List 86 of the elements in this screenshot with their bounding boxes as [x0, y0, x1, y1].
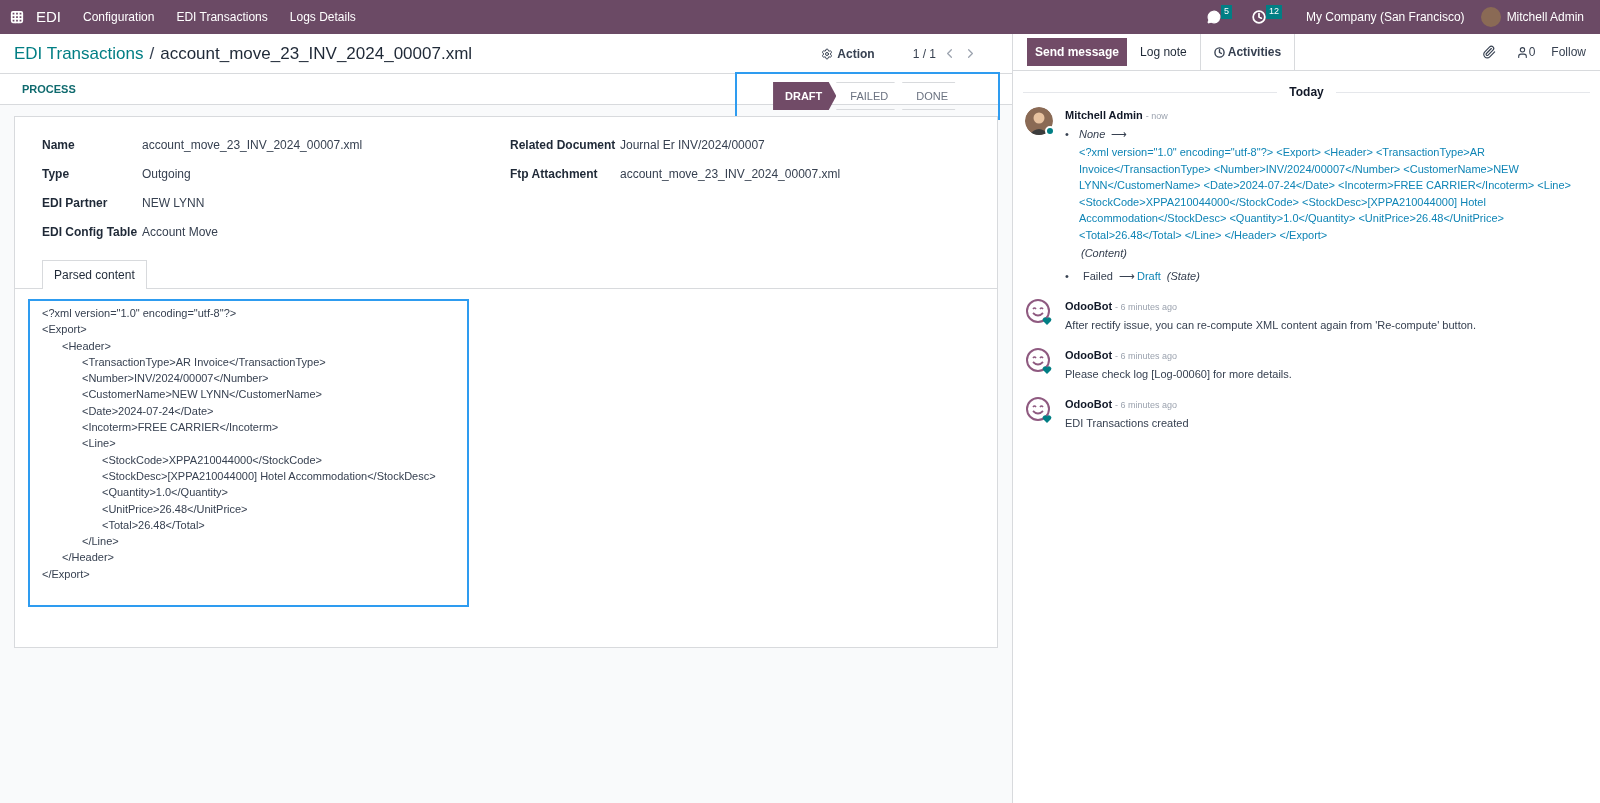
followers-button[interactable]: 0: [1515, 43, 1536, 61]
bullet: •: [1065, 268, 1070, 284]
xml-line: </Header>: [62, 550, 114, 566]
arrow-icon: ⟶: [1118, 267, 1135, 284]
message-author: OdooBot: [1065, 299, 1113, 314]
xml-line: <Line>: [82, 436, 116, 452]
message-time: - 6 minutes ago: [1115, 301, 1178, 314]
pager-value: 1 / 1: [912, 45, 936, 63]
menu-item[interactable]: EDI Transactions: [176, 8, 268, 26]
xml-line: <TransactionType>AR Invoice</TransactionType>: [82, 354, 326, 370]
action-button[interactable]: Action: [821, 44, 875, 63]
field-value: account_move_23_INV_2024_00007.xml: [620, 165, 841, 183]
xml-line: <Incoterm>FREE CARRIER</Incoterm>: [82, 420, 279, 436]
message-body: EDI Transactions created: [1065, 415, 1190, 431]
message-body: After rectify issue, you can re-compute XML content again from 'Re-compute' button.: [1065, 317, 1477, 333]
record-title: account_move_23_INV_2024_00007.xml: [160, 42, 473, 65]
log-note-tab[interactable]: Log note: [1127, 33, 1201, 71]
field-value: Outgoing: [142, 165, 191, 183]
online-status-icon: [1045, 126, 1055, 136]
breadcrumb-link[interactable]: EDI Transactions: [14, 40, 144, 67]
attachment-icon[interactable]: [1481, 45, 1496, 59]
user-avatar: [1025, 107, 1053, 135]
xml-line: <StockDesc>[XPPA210044000] Hotel Accommodation</StockDesc>: [102, 468, 436, 484]
status-step[interactable]: DONE: [902, 82, 962, 110]
arrow-icon: ⟶: [1111, 125, 1128, 142]
notification-count: 12: [1265, 5, 1282, 19]
clock-icon: [1213, 46, 1225, 58]
field-label: Related Document: [510, 136, 617, 154]
xml-line: <?xml version="1.0" encoding="utf-8"?>: [42, 306, 237, 321]
menu-item[interactable]: Logs Details: [289, 8, 356, 26]
message-author: OdooBot: [1065, 397, 1113, 412]
field-label: Type: [42, 165, 71, 183]
xml-line: <Number>INV/2024/00007</Number>: [82, 371, 269, 387]
message-time: - 6 minutes ago: [1115, 350, 1178, 363]
message-body: Please check log [Log-00060] for more details.: [1065, 366, 1293, 382]
field-name: (State): [1166, 268, 1200, 284]
activities-button[interactable]: Activities: [1200, 33, 1296, 71]
message-time: - 6 minutes ago: [1115, 399, 1178, 412]
xml-line: <UnitPrice>26.48</UnitPrice>: [102, 501, 248, 517]
message-author: OdooBot: [1065, 348, 1113, 363]
status-step[interactable]: DRAFT: [773, 82, 837, 110]
smiley-icon: [1025, 396, 1053, 424]
smiley-icon: [1025, 298, 1053, 326]
company-switcher[interactable]: My Company (San Francisco): [1305, 8, 1465, 26]
field-value: Account Move: [142, 223, 219, 241]
chat-icon[interactable]: [1206, 10, 1221, 24]
xml-line: <Date>2024-07-24</Date>: [82, 403, 214, 419]
notebook-tab[interactable]: Parsed content: [42, 260, 147, 289]
field-label: EDI Partner: [42, 194, 109, 212]
clock-icon[interactable]: [1251, 10, 1266, 24]
field-name: (Content): [1081, 246, 1128, 261]
xml-line: <Total>26.48</Total>: [102, 517, 205, 533]
field-label: Ftp Attachment: [510, 165, 599, 183]
gear-icon: [821, 47, 834, 60]
field-label: EDI Config Table: [42, 223, 139, 241]
apps-menu-icon[interactable]: [10, 10, 24, 24]
xml-line: <Header>: [62, 338, 111, 354]
xml-line: </Line>: [82, 534, 119, 550]
smiley-icon: [1025, 347, 1053, 375]
field-value: account_move_23_INV_2024_00007.xml: [142, 136, 363, 154]
field-value: Journal Er INV/2024/00007: [620, 136, 765, 154]
breadcrumb-separator: /: [149, 42, 155, 65]
old-value: Failed: [1083, 268, 1113, 284]
process-button[interactable]: PROCESS: [22, 80, 76, 98]
person-icon: [1515, 45, 1529, 59]
xml-line: <StockCode>XPPA210044000</StockCode>: [102, 452, 322, 468]
field-label: Name: [42, 136, 76, 154]
bullet: •: [1065, 126, 1070, 142]
field-value: NEW LYNN: [142, 194, 205, 212]
send-message-button[interactable]: Send message: [1027, 38, 1128, 66]
xml-line: <CustomerName>NEW LYNN</CustomerName>: [82, 387, 323, 403]
follow-button[interactable]: Follow: [1551, 43, 1586, 61]
user-menu[interactable]: Mitchell Admin: [1506, 8, 1584, 26]
xml-line: </Export>: [42, 566, 90, 582]
status-step[interactable]: FAILED: [836, 82, 903, 110]
app-name[interactable]: EDI: [36, 5, 61, 29]
old-value: None: [1079, 126, 1106, 142]
notification-count: 5: [1220, 5, 1232, 19]
menu-item[interactable]: Configuration: [83, 8, 155, 26]
date-separator: Today: [1288, 84, 1325, 101]
message-time: - now: [1145, 110, 1168, 123]
new-value: Draft: [1136, 268, 1161, 284]
message-author: Mitchell Admin: [1065, 108, 1143, 123]
xml-line: <Quantity>1.0</Quantity>: [102, 485, 228, 501]
xml-line: <Export>: [42, 322, 87, 338]
new-value: <?xml version="1.0" encoding="utf-8"?> <Export> <Header> <TransactionType>AR Invoice</TransactionType> <Number>INV/2024/00007</Number> <CustomerName>NEW LYNN</CustomerName> <Date>2024-07-24</Date> <Incoterm>FREE CARRIER</Incoterm> <Line> <StockCode>XPPA210044000</StockCode> <StockDesc>[XPPA210044000] Hotel Accommodation</StockDesc> <Quantity>1.0</Quantity> <UnitPrice>26.48</UnitPrice> <Total>26.48</Total> </Line> </Header> </Export>: [1079, 145, 1572, 243]
